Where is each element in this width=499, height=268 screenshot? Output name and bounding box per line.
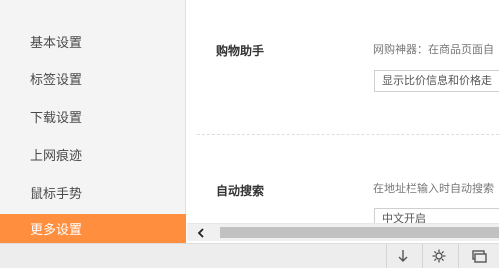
horizontal-scrollbar[interactable] bbox=[187, 223, 499, 241]
auto-search-select[interactable]: 中文开启 bbox=[374, 208, 499, 223]
settings-content: 购物助手 网购神器：在商品页面自 显示比价信息和价格走 自动搜索 在地址栏输入时… bbox=[187, 0, 499, 223]
sidebar-item-more[interactable]: 更多设置 bbox=[0, 214, 186, 243]
bottom-toolbar bbox=[0, 243, 499, 268]
chevron-left-icon[interactable] bbox=[187, 224, 215, 241]
download-icon[interactable] bbox=[386, 244, 419, 268]
sidebar-item-mouse-gesture[interactable]: 鼠标手势 bbox=[0, 178, 186, 212]
sidebar-item-tabs[interactable]: 标签设置 bbox=[0, 64, 186, 98]
gear-icon[interactable] bbox=[422, 244, 455, 268]
auto-search-title: 自动搜索 bbox=[216, 184, 265, 198]
sidebar-item-history[interactable]: 上网痕迹 bbox=[0, 140, 186, 174]
scrollbar-thumb[interactable] bbox=[220, 227, 499, 238]
settings-window: 基本设置 标签设置 下载设置 上网痕迹 鼠标手势 更多设置 购物助手 网购神器：… bbox=[0, 0, 499, 268]
auto-search-description: 在地址栏输入时自动搜索 bbox=[373, 182, 494, 195]
sidebar-item-basic[interactable]: 基本设置 bbox=[0, 27, 186, 61]
window-icon[interactable] bbox=[458, 244, 499, 268]
settings-sidebar: 基本设置 标签设置 下载设置 上网痕迹 鼠标手势 更多设置 bbox=[0, 0, 186, 243]
section-divider bbox=[197, 134, 499, 135]
sidebar-item-download[interactable]: 下载设置 bbox=[0, 102, 186, 136]
shopping-assistant-title: 购物助手 bbox=[216, 44, 265, 58]
shopping-assistant-description: 网购神器：在商品页面自 bbox=[373, 43, 494, 56]
shopping-assistant-select[interactable]: 显示比价信息和价格走 bbox=[374, 70, 499, 92]
